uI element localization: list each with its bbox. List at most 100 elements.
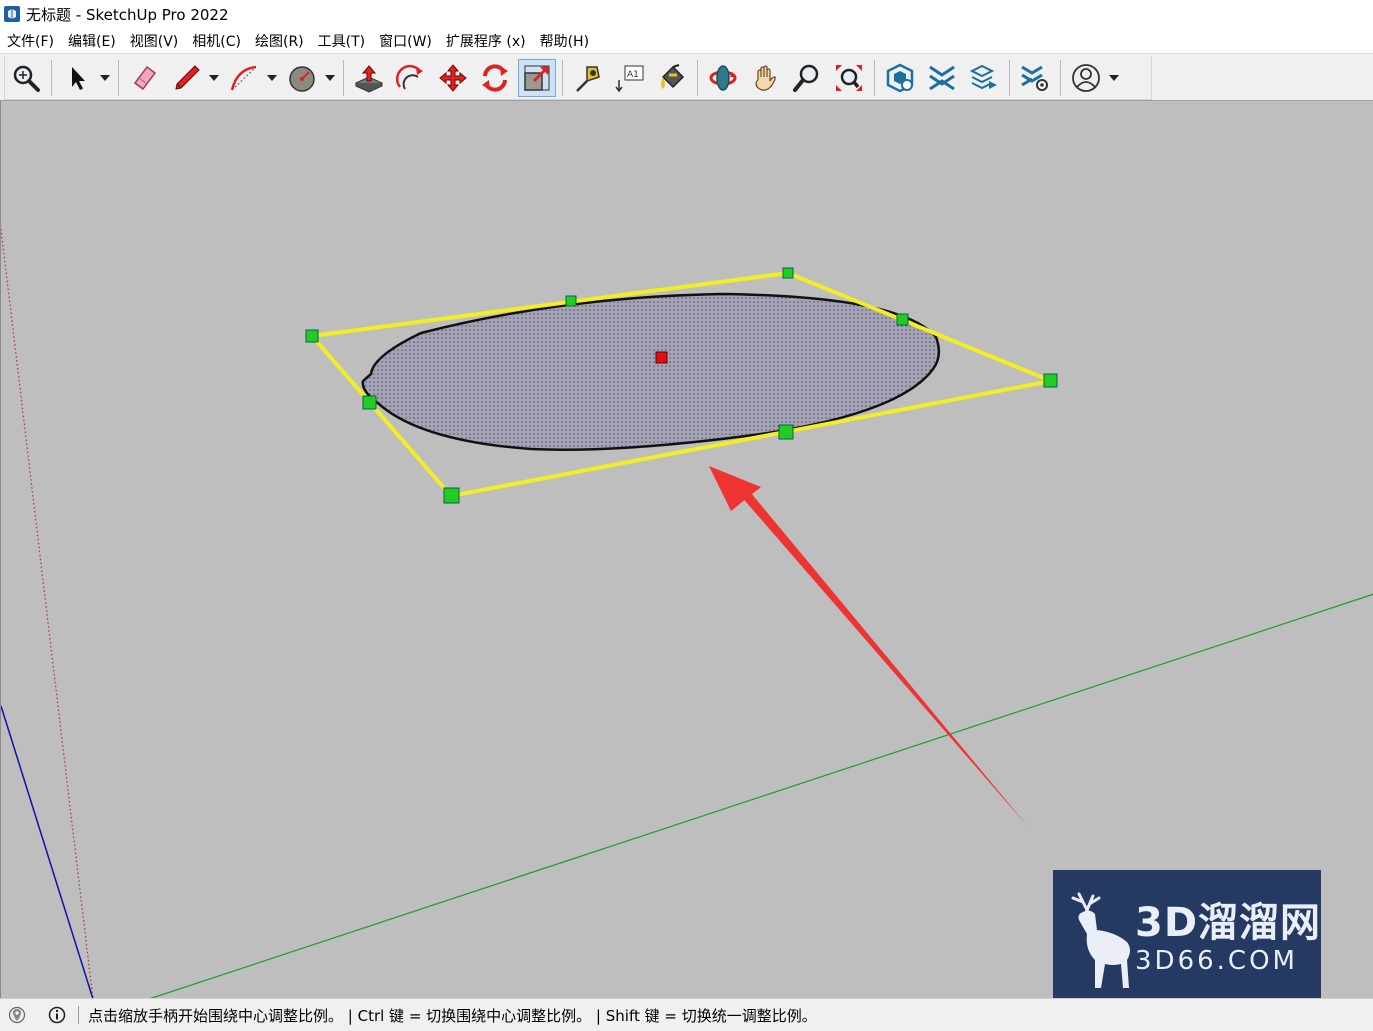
window-title: 无标题 - SketchUp Pro 2022 (26, 5, 229, 24)
select-button[interactable] (58, 59, 96, 97)
toolbar-separator (562, 59, 563, 96)
zoom-extents-icon (836, 64, 862, 91)
zoom-search-icon (13, 65, 40, 92)
zoom-window-button[interactable] (7, 59, 45, 97)
zoom-button[interactable] (788, 59, 826, 97)
geo-location-icon (8, 1006, 26, 1024)
layout-send-icon (969, 64, 997, 89)
pan-hand-icon (755, 64, 776, 91)
watermark-logo: 3D溜溜网 3D66.COM (1053, 870, 1321, 1004)
chevron-down-icon (267, 74, 277, 81)
corner-scale-grip[interactable] (1043, 373, 1058, 388)
menu-bar: 文件(F) 编辑(E) 视图(V) 相机(C) 绘图(R) 工具(T) 窗口(W… (0, 29, 1373, 53)
geo-location-button[interactable] (8, 1006, 26, 1024)
scene-canvas[interactable] (1, 101, 1373, 999)
paint-bucket-icon (661, 63, 685, 89)
center-scale-grip[interactable] (655, 351, 668, 364)
extension-manager-button[interactable] (1016, 59, 1054, 97)
watermark-brand-cn: 3D溜溜网 (1135, 900, 1322, 946)
chevron-down-icon (1109, 74, 1119, 81)
menu-extensions[interactable]: 扩展程序 (x) (439, 31, 533, 51)
move-button[interactable] (434, 59, 472, 97)
move-icon (439, 63, 467, 92)
shape-dropdown[interactable] (323, 59, 337, 97)
line-dropdown[interactable] (207, 59, 221, 97)
corner-scale-grip[interactable] (305, 329, 319, 343)
arc-dropdown[interactable] (265, 59, 279, 97)
toolbar-separator (697, 59, 698, 96)
chevron-down-icon (209, 74, 219, 81)
red-axis-line (1, 228, 94, 999)
menu-view[interactable]: 视图(V) (123, 31, 186, 51)
model-viewport[interactable]: 3D溜溜网 3D66.COM (0, 100, 1373, 1004)
text-button[interactable]: A1 (611, 59, 649, 97)
toolbar-separator (51, 59, 52, 96)
corner-scale-grip[interactable] (782, 267, 794, 279)
annotation-arrow (709, 466, 1029, 828)
arc-button[interactable] (225, 59, 263, 97)
menu-window[interactable]: 窗口(W) (372, 31, 439, 51)
rotate-icon (482, 63, 508, 92)
toolbar-separator (874, 59, 875, 96)
zoom-extents-button[interactable] (830, 59, 868, 97)
push-pull-icon (354, 64, 384, 93)
3d-warehouse-button[interactable] (881, 59, 919, 97)
menu-tools[interactable]: 工具(T) (311, 31, 372, 51)
scale-button[interactable] (518, 58, 556, 97)
menu-camera[interactable]: 相机(C) (185, 31, 248, 51)
edge-scale-grip[interactable] (896, 313, 909, 326)
3d-warehouse-icon (886, 63, 914, 92)
eraser-button[interactable] (125, 59, 163, 97)
info-icon (48, 1006, 66, 1024)
edge-scale-grip[interactable] (778, 424, 794, 440)
edge-scale-grip[interactable] (565, 295, 577, 307)
tape-measure-icon (576, 65, 600, 92)
arc-icon (230, 65, 257, 90)
orbit-button[interactable] (704, 59, 742, 97)
text-label-icon: A1 (615, 65, 644, 92)
status-separator (78, 1006, 79, 1024)
toolbar-separator (118, 59, 119, 96)
menu-draw[interactable]: 绘图(R) (248, 31, 311, 51)
deer-logo-icon (1071, 892, 1130, 988)
rotate-button[interactable] (476, 59, 514, 97)
shape-button[interactable] (283, 59, 321, 97)
toolbar-strip: A1 (4, 56, 1152, 100)
info-button[interactable] (48, 1006, 66, 1024)
tape-measure-button[interactable] (569, 59, 607, 97)
user-account-icon (1072, 63, 1100, 92)
status-bar: 点击缩放手柄开始围绕中心调整比例。 | Ctrl 键 = 切换围绕中心调整比例。… (0, 998, 1373, 1031)
shape-circle-icon (289, 65, 315, 92)
sketchup-logo-icon (4, 6, 20, 22)
line-button[interactable] (167, 59, 205, 97)
toolbar-separator (343, 59, 344, 96)
account-button[interactable] (1067, 59, 1105, 97)
watermark-brand-url: 3D66.COM (1135, 946, 1298, 976)
scale-icon (524, 65, 550, 91)
push-pull-button[interactable] (350, 59, 388, 97)
toolbar-separator (1009, 59, 1010, 96)
blue-axis-line (1, 705, 94, 999)
toolbar: A1 (0, 53, 1373, 101)
chevron-down-icon (100, 74, 110, 81)
title-bar: 无标题 - SketchUp Pro 2022 (0, 0, 1373, 28)
menu-help[interactable]: 帮助(H) (533, 31, 596, 51)
extension-manager-icon (1021, 65, 1048, 91)
menu-file[interactable]: 文件(F) (0, 31, 61, 51)
pan-button[interactable] (746, 59, 784, 97)
account-dropdown[interactable] (1107, 59, 1121, 97)
eraser-icon (133, 65, 157, 90)
edge-scale-grip[interactable] (362, 395, 377, 410)
corner-scale-grip[interactable] (443, 487, 460, 504)
chevron-down-icon (325, 74, 335, 81)
offset-button[interactable] (392, 59, 430, 97)
zoom-icon (793, 64, 819, 92)
pencil-line-icon (175, 64, 200, 90)
layout-button[interactable] (965, 59, 1003, 97)
toolbar-separator (1060, 59, 1061, 96)
extension-warehouse-button[interactable] (923, 59, 961, 97)
svg-text:A1: A1 (627, 70, 639, 80)
paint-bucket-button[interactable] (653, 59, 691, 97)
menu-edit[interactable]: 编辑(E) (61, 31, 123, 51)
select-dropdown[interactable] (98, 59, 112, 97)
